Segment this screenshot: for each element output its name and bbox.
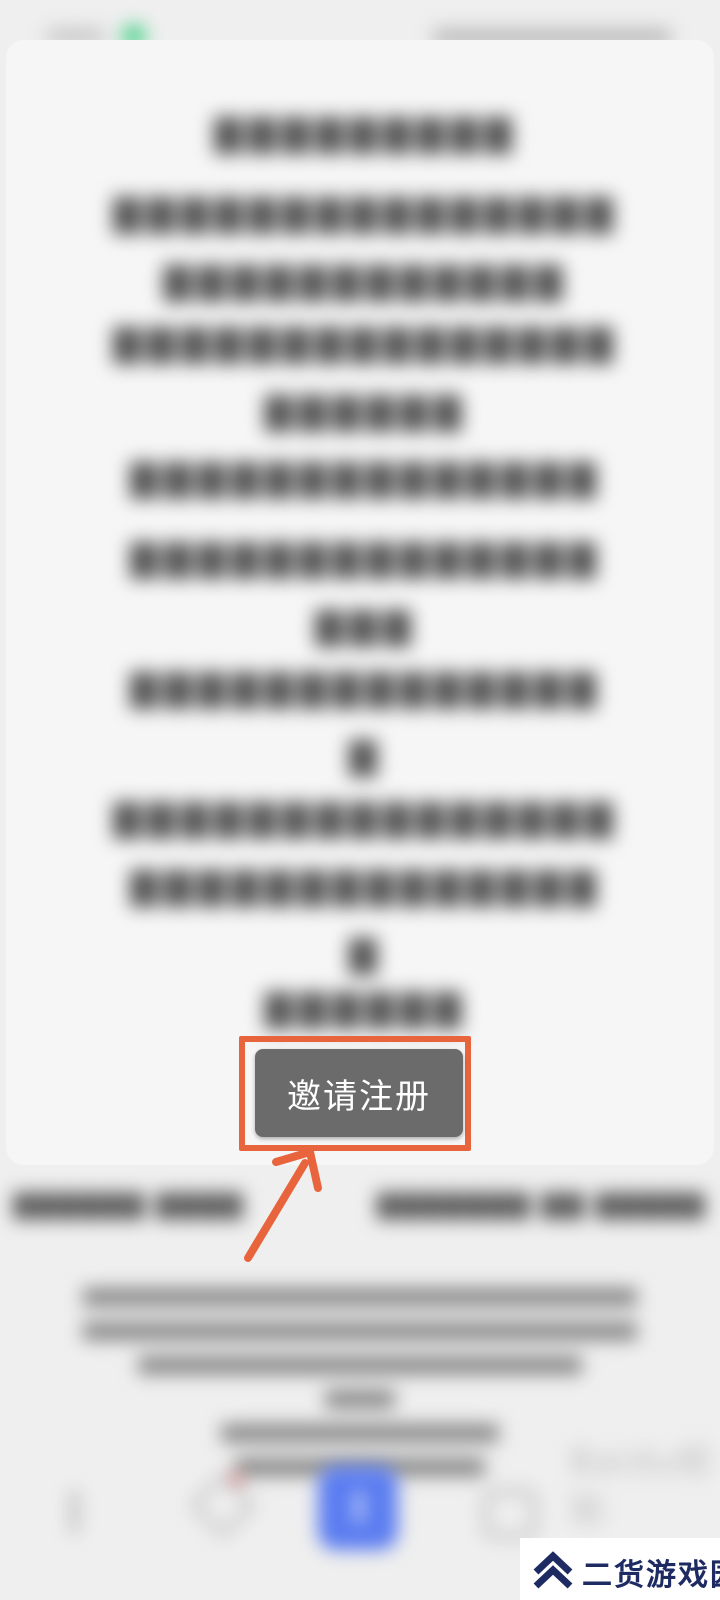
blurred-line: ▇▇▇▇▇▇▇▇▇▇▇▇▇▇▇	[113, 193, 619, 234]
blurred-line: ▇▇▇▇▇▇▇▇▇▇▇▇	[163, 261, 569, 302]
blurred-line: ▇▇▇▇▇▇	[264, 988, 468, 1029]
site-watermark: 二货游戏园	[520, 1538, 720, 1600]
blurred-line: ▇▇▇	[315, 606, 417, 647]
notification-dot	[232, 1474, 242, 1484]
content-card: ▇▇▇▇▇▇▇▇▇ ▇▇▇▇▇▇▇▇▇▇▇▇▇▇▇ ▇▇▇▇▇▇▇▇▇▇▇▇ ▇…	[6, 40, 714, 1165]
footer-link-left: ▇▇▇▇▇▇ ▇▇▇▇	[14, 1190, 245, 1220]
blurred-paragraph: ▇▇▇▇▇▇	[36, 975, 696, 1043]
blurred-paragraph: ▇▇▇▇▇▇▇▇▇▇▇▇▇▇ ▇▇▇	[36, 525, 696, 661]
blurred-line: ▇▇▇▇▇▇▇▇▇	[214, 113, 518, 154]
footer-link-right: ▇▇▇▇▇▇▇ ▇▇ ▇▇▇▇▇	[377, 1190, 706, 1220]
blurred-line: ▇▇▇▇▇▇▇▇▇▇▇▇▇▇	[130, 458, 602, 499]
publish-icon-glyph	[356, 1492, 362, 1522]
pen-icon[interactable]	[190, 1472, 256, 1538]
site-name: 二货游戏园	[582, 1558, 720, 1593]
blurred-line: ▇▇▇▇▇▇▇▇▇▇▇▇▇▇	[130, 538, 602, 579]
blurred-line: ▇▇▇▇▇▇▇▇▇▇▇▇▇▇	[130, 668, 602, 709]
blurred-paragraph: ▇▇▇▇▇▇▇▇▇▇▇▇▇▇▇ ▇▇▇▇▇▇▇▇▇▇▇▇▇▇ ▇	[36, 785, 696, 989]
back-icon[interactable]	[72, 1490, 97, 1534]
user-icon[interactable]	[484, 1490, 536, 1538]
blurred-line: ▇▇▇▇▇▇▇▇▇▇▇▇▇▇▇	[113, 798, 619, 839]
blurred-line: ▇▇▇▇▇▇▇▇▇▇▇▇▇▇▇	[113, 323, 619, 364]
invite-register-button[interactable]: 邀请注册	[255, 1049, 463, 1137]
blurred-paragraph: ▇▇▇▇▇▇▇▇▇▇▇▇▇▇▇ ▇▇▇▇▇▇	[36, 310, 696, 446]
blurred-paragraph: ▇▇▇▇▇▇▇▇▇	[36, 100, 696, 168]
blurred-line: ▇▇▇▇▇▇▇▇▇▇▇▇▇▇	[130, 866, 602, 907]
blurred-line: ▇▇▇▇▇▇	[264, 391, 468, 432]
blurred-paragraph: ▇▇▇▇▇▇▇▇▇▇▇▇▇▇ ▇	[36, 655, 696, 791]
footer-links: ▇▇▇▇▇▇ ▇▇▇▇ ▇▇▇▇▇▇▇ ▇▇ ▇▇▇▇▇	[0, 1190, 720, 1240]
chevron-up-logo-icon	[533, 1551, 573, 1589]
baidu-watermark: Baidu经验	[570, 1442, 713, 1531]
blurred-paragraph: ▇▇▇▇▇▇▇▇▇▇▇▇▇▇	[36, 445, 696, 513]
invite-button-highlight: 邀请注册	[239, 1036, 471, 1151]
blurred-line: ▇	[349, 736, 383, 777]
blurred-paragraph: ▇▇▇▇▇▇▇▇▇▇▇▇▇▇▇ ▇▇▇▇▇▇▇▇▇▇▇▇	[36, 180, 696, 316]
